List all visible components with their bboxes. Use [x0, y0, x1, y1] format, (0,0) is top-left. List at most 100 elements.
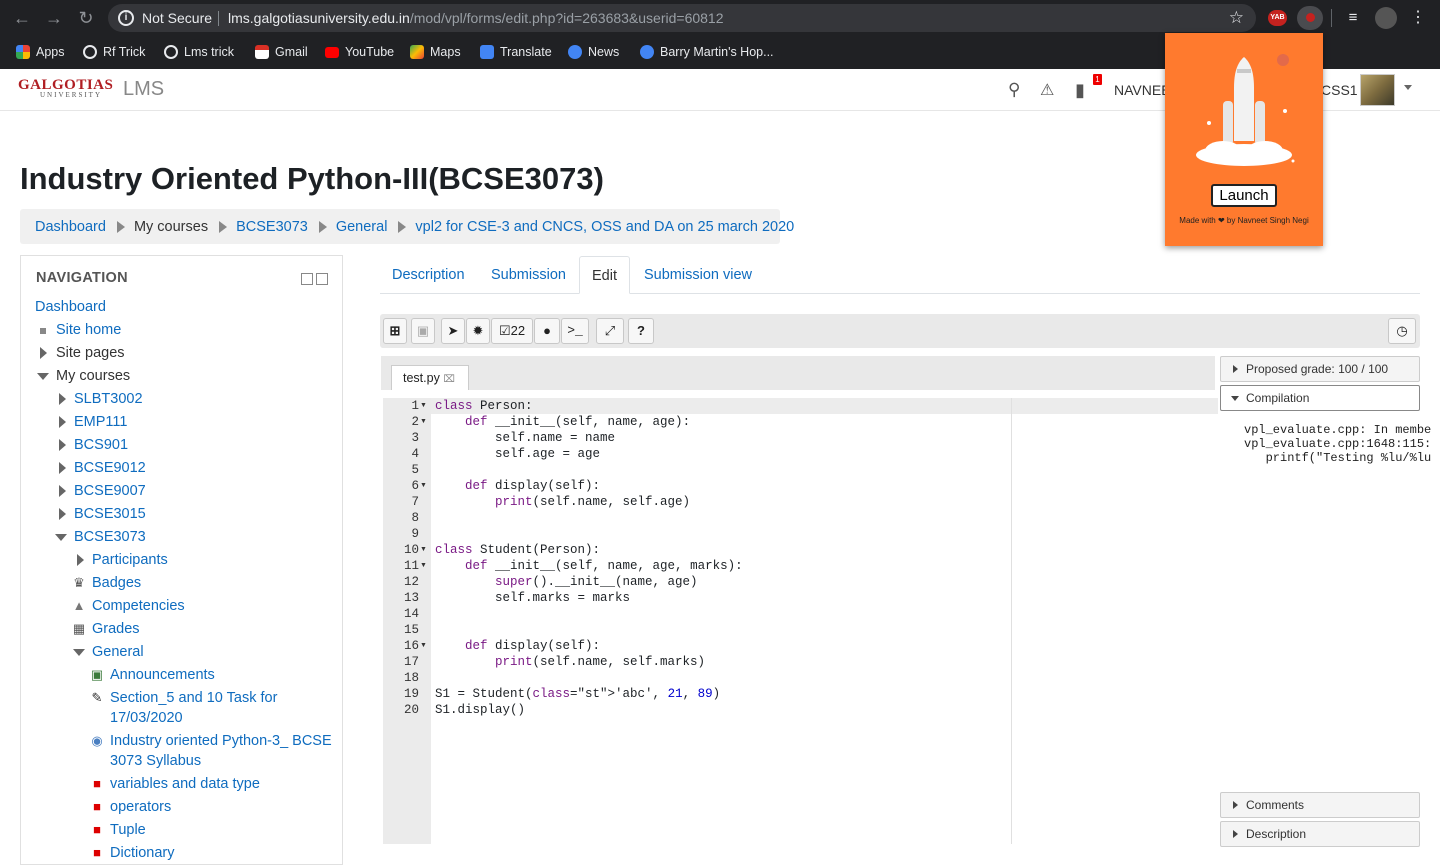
yab-extension-icon[interactable]: YAB [1268, 10, 1287, 26]
fold-arrow-icon[interactable]: ▼ [420, 542, 427, 558]
collapse-block-icon[interactable] [301, 273, 313, 285]
user-menu-caret-icon[interactable] [1404, 85, 1412, 90]
collapse-arrow-icon[interactable] [55, 534, 67, 541]
user-name-right[interactable]: CSS1 [1321, 82, 1358, 98]
nav-variables-data-type[interactable]: variables and data type [110, 774, 260, 794]
expand-arrow-icon[interactable] [40, 347, 47, 359]
compilation-section[interactable]: Compilation [1220, 385, 1420, 411]
fold-arrow-icon[interactable]: ▼ [420, 478, 427, 494]
nav-participants[interactable]: Participants [92, 550, 168, 570]
nav-my-courses[interactable]: My courses [56, 366, 130, 386]
console-icon[interactable]: >_ [561, 318, 589, 344]
proposed-grade-section[interactable]: Proposed grade: 100 / 100 [1220, 356, 1420, 382]
expand-arrow-icon[interactable] [59, 485, 66, 497]
user-avatar[interactable] [1360, 74, 1395, 106]
search-icon[interactable]: ⚲ [1008, 80, 1020, 100]
breadcrumb-section[interactable]: General [336, 219, 388, 235]
nav-course-bcse3073[interactable]: BCSE3073 [74, 527, 146, 547]
forward-icon[interactable]: → [44, 8, 64, 28]
bookmark-gmail[interactable]: Gmail [255, 40, 308, 64]
bookmark-barry-martin[interactable]: Barry Martin's Hop... [640, 40, 774, 64]
info-icon[interactable]: i [118, 10, 134, 26]
launch-button[interactable]: Launch [1211, 184, 1277, 207]
evaluate-button[interactable]: ☑22 [491, 318, 533, 344]
collapse-arrow-icon[interactable] [37, 373, 49, 380]
media-queue-icon[interactable]: ≡ [1344, 8, 1362, 28]
timer-clock-icon[interactable]: ◷ [1388, 318, 1416, 344]
nav-course-bcse3015[interactable]: BCSE3015 [74, 504, 146, 524]
nav-course-bcs901[interactable]: BCS901 [74, 435, 128, 455]
bookmark-news[interactable]: News [568, 40, 619, 64]
code-editor[interactable]: 1 ▼ class Person: 2 ▼ def __init__(self, nam… [383, 398, 1218, 844]
bookmark-maps[interactable]: Maps [410, 40, 461, 64]
university-logo[interactable]: GALGOTIAS UNIVERSITY [18, 77, 114, 103]
nav-course-slbt3002[interactable]: SLBT3002 [74, 389, 143, 409]
expand-arrow-icon[interactable] [59, 462, 66, 474]
user-name-left[interactable]: NAVNEE [1114, 82, 1171, 98]
new-file-icon[interactable]: ⊞ [383, 318, 407, 344]
nav-course-bcse9007[interactable]: BCSE9007 [74, 481, 146, 501]
reload-icon[interactable]: ↻ [76, 8, 96, 28]
nav-site-home[interactable]: Site home [56, 320, 121, 340]
messages-icon[interactable]: ▮ [1075, 80, 1085, 101]
collapse-arrow-icon[interactable] [73, 649, 85, 656]
expand-arrow-icon[interactable] [59, 508, 66, 520]
dock-block-icon[interactable] [316, 273, 328, 285]
run-rocket-icon[interactable]: ➤ [441, 318, 465, 344]
expand-arrow-icon[interactable] [59, 439, 66, 451]
close-tab-icon[interactable]: ⌧ [443, 374, 455, 385]
help-icon[interactable]: ? [628, 318, 654, 344]
breadcrumb-course[interactable]: BCSE3073 [236, 219, 308, 235]
url-text[interactable]: lms.galgotiasuniversity.edu.in/mod/vpl/f… [228, 10, 724, 26]
expand-arrow-icon[interactable] [77, 554, 84, 566]
tab-description[interactable]: Description [380, 256, 477, 294]
tab-submission[interactable]: Submission [479, 256, 578, 294]
breadcrumb-activity[interactable]: vpl2 for CSE-3 and CNCS, OSS and DA on 2… [415, 219, 794, 235]
address-bar[interactable]: i Not Secure lms.galgotiasuniversity.edu… [108, 4, 1256, 32]
fold-arrow-icon[interactable]: ▼ [420, 398, 427, 414]
nav-general[interactable]: General [92, 642, 144, 662]
save-icon[interactable]: ▣ [411, 318, 435, 344]
nav-grades[interactable]: Grades [92, 619, 140, 639]
nav-section5-task-line1[interactable]: Section_5 and 10 Task for [110, 688, 277, 708]
fullscreen-icon[interactable]: ⤢ [596, 318, 624, 344]
fold-arrow-icon[interactable]: ▼ [420, 414, 427, 430]
notification-bell-icon[interactable]: ⚠ [1040, 80, 1054, 100]
app-name[interactable]: LMS [123, 78, 164, 101]
nav-competencies[interactable]: Competencies [92, 596, 185, 616]
extension-active-icon[interactable] [1297, 6, 1323, 30]
nav-badges[interactable]: Badges [92, 573, 141, 593]
bookmark-apps[interactable]: Apps [16, 40, 65, 64]
fold-arrow-icon[interactable]: ▼ [420, 638, 427, 654]
nav-course-bcse9012[interactable]: BCSE9012 [74, 458, 146, 478]
bookmark-youtube[interactable]: YouTube [325, 40, 394, 64]
back-icon[interactable]: ← [12, 8, 32, 28]
file-tab-test-py[interactable]: test.py ⌧ [391, 365, 469, 390]
description-section[interactable]: Description [1220, 821, 1420, 847]
nav-syllabus-line2[interactable]: 3073 Syllabus [110, 751, 201, 771]
profile-avatar-icon[interactable] [1375, 7, 1397, 29]
nav-tuple[interactable]: Tuple [110, 820, 146, 840]
tab-submission-view[interactable]: Submission view [632, 256, 764, 294]
nav-announcements[interactable]: Announcements [110, 665, 215, 685]
bookmark-rf-trick[interactable]: Rf Trick [83, 40, 145, 64]
breadcrumb-dashboard[interactable]: Dashboard [35, 219, 106, 235]
nav-dictionary[interactable]: Dictionary [110, 843, 174, 863]
bookmark-star-icon[interactable]: ☆ [1229, 8, 1244, 28]
nav-operators[interactable]: operators [110, 797, 171, 817]
nav-dashboard[interactable]: Dashboard [35, 297, 106, 317]
debug-bug-icon[interactable]: ✹ [466, 318, 490, 344]
nav-course-emp111[interactable]: EMP111 [74, 412, 127, 432]
comments-section[interactable]: Comments [1220, 792, 1420, 818]
nav-site-pages[interactable]: Site pages [56, 343, 125, 363]
bookmark-lms-trick[interactable]: Lms trick [164, 40, 234, 64]
bookmark-translate[interactable]: Translate [480, 40, 552, 64]
menu-dots-icon[interactable]: ⋮ [1410, 8, 1426, 28]
nav-section5-task-line2[interactable]: 17/03/2020 [110, 708, 183, 728]
fold-arrow-icon[interactable]: ▼ [420, 558, 427, 574]
comments-bubble-icon[interactable]: ● [534, 318, 560, 344]
tab-edit[interactable]: Edit [579, 256, 630, 294]
expand-arrow-icon[interactable] [59, 416, 66, 428]
expand-arrow-icon[interactable] [59, 393, 66, 405]
nav-syllabus-line1[interactable]: Industry oriented Python-3_ BCSE [110, 731, 332, 751]
